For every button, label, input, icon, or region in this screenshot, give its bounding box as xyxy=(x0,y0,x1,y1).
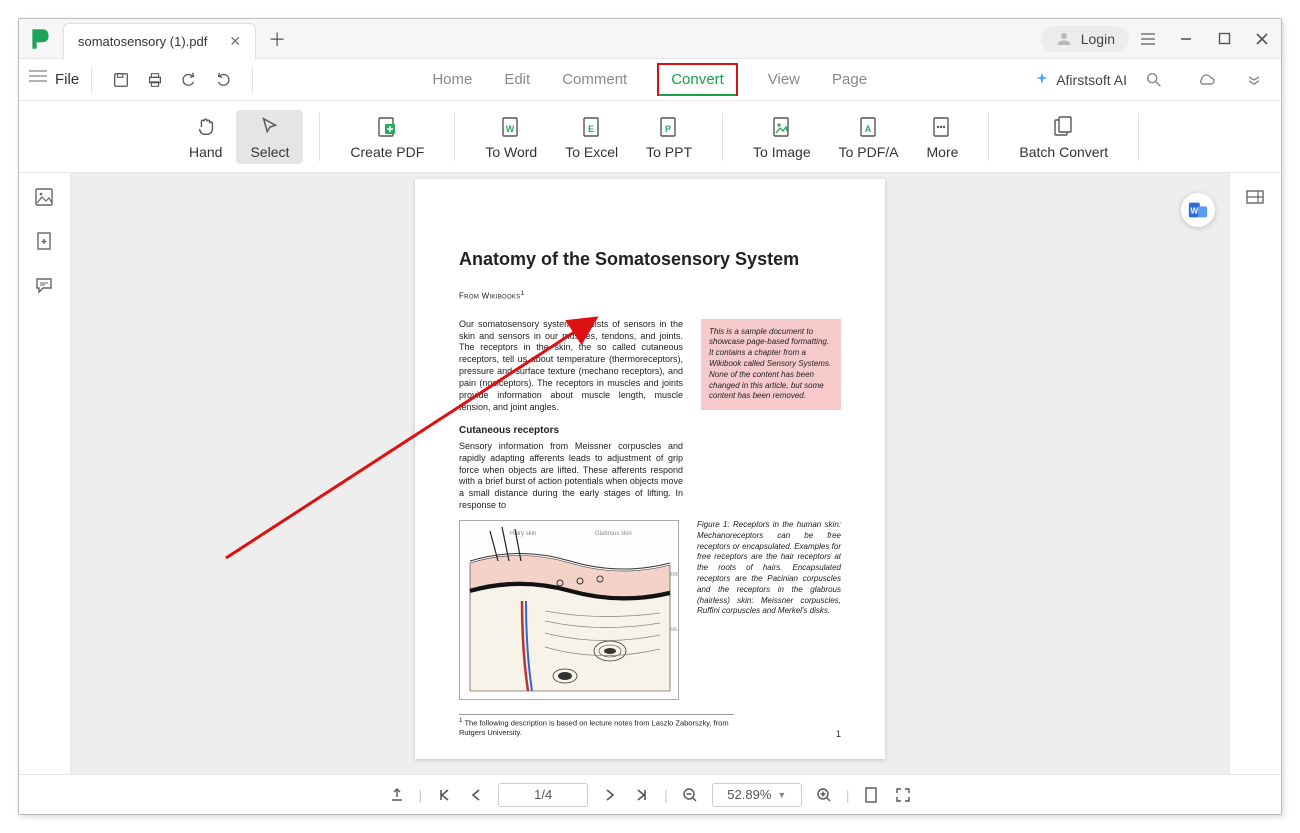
file-menu[interactable]: File xyxy=(55,71,79,88)
figure-caption: Figure 1: Receptors in the human skin: M… xyxy=(697,520,841,700)
word-float-badge[interactable]: W xyxy=(1181,193,1215,227)
to-pdfa-button[interactable]: A To PDF/A xyxy=(825,110,913,164)
doc-source: From Wikibooks xyxy=(459,292,521,301)
tab-page[interactable]: Page xyxy=(830,67,869,92)
main-tabs: Home Edit Comment Convert View Page xyxy=(265,63,1034,96)
tab-home[interactable]: Home xyxy=(430,67,474,92)
left-sidebar xyxy=(19,173,71,774)
zoom-out-icon[interactable] xyxy=(680,785,700,805)
svg-text:A: A xyxy=(864,124,871,134)
to-word-button[interactable]: W To Word xyxy=(471,110,551,164)
first-page-icon[interactable] xyxy=(387,785,407,805)
next-page-icon[interactable] xyxy=(600,785,620,805)
goto-last-icon[interactable] xyxy=(632,785,652,805)
bookmarks-icon[interactable] xyxy=(34,231,56,253)
close-button[interactable] xyxy=(1243,20,1281,58)
tab-view[interactable]: View xyxy=(766,67,802,92)
prev-page-icon[interactable] xyxy=(466,785,486,805)
tab-comment[interactable]: Comment xyxy=(560,67,629,92)
batch-icon xyxy=(1051,114,1077,140)
ai-button[interactable]: Afirstsoft AI xyxy=(1034,72,1127,88)
close-tab-icon[interactable]: ✕ xyxy=(229,33,241,50)
document-viewport[interactable]: Anatomy of the Somatosensory System From… xyxy=(71,173,1229,774)
ppt-icon: P xyxy=(656,114,682,140)
user-icon xyxy=(1055,30,1073,48)
svg-text:P: P xyxy=(665,124,671,134)
goto-first-icon[interactable] xyxy=(434,785,454,805)
hand-tool[interactable]: Hand xyxy=(175,110,236,164)
doc-h2: Cutaneous receptors xyxy=(459,424,683,437)
batch-convert-button[interactable]: Batch Convert xyxy=(1005,110,1122,164)
sparkle-icon xyxy=(1034,72,1050,88)
convert-toolbar: Hand Select Create PDF W To Word E To Ex… xyxy=(19,101,1281,173)
doc-heading: Anatomy of the Somatosensory System xyxy=(459,249,841,270)
thumbnails-icon[interactable] xyxy=(34,187,56,209)
to-image-button[interactable]: To Image xyxy=(739,110,825,164)
to-ppt-button[interactable]: P To PPT xyxy=(632,110,706,164)
fit-page-icon[interactable] xyxy=(861,785,881,805)
pdf-page: Anatomy of the Somatosensory System From… xyxy=(415,179,885,759)
word-icon: W xyxy=(498,114,524,140)
menu-bar: File Home Edit Comment Convert View Page… xyxy=(19,59,1281,101)
svg-text:E: E xyxy=(588,124,594,134)
title-bar: somatosensory (1).pdf ✕ ＋ Login xyxy=(19,19,1281,59)
create-pdf-icon xyxy=(374,114,400,140)
create-pdf-button[interactable]: Create PDF xyxy=(336,110,438,164)
to-excel-button[interactable]: E To Excel xyxy=(551,110,632,164)
login-button[interactable]: Login xyxy=(1041,26,1129,52)
cloud-icon[interactable] xyxy=(1195,69,1217,91)
doc-para1: Our somatosensory system consists of sen… xyxy=(459,319,683,414)
svg-text:W: W xyxy=(506,124,515,134)
undo-icon[interactable] xyxy=(178,69,200,91)
ai-label-text: Afirstsoft AI xyxy=(1056,72,1127,88)
cursor-icon xyxy=(257,114,283,140)
new-tab-button[interactable]: ＋ xyxy=(262,24,292,54)
doc-callout: This is a sample document to showcase pa… xyxy=(701,319,841,411)
more-icon xyxy=(929,114,955,140)
tab-edit[interactable]: Edit xyxy=(502,67,532,92)
save-icon[interactable] xyxy=(110,69,132,91)
print-icon[interactable] xyxy=(144,69,166,91)
dropdown-caret-icon: ▼ xyxy=(777,790,786,800)
fullscreen-icon[interactable] xyxy=(893,785,913,805)
more-button[interactable]: More xyxy=(913,110,973,164)
page-number: 1 xyxy=(836,729,841,739)
maximize-button[interactable] xyxy=(1205,20,1243,58)
select-tool[interactable]: Select xyxy=(236,110,303,164)
pdfa-icon: A xyxy=(856,114,882,140)
status-bar: | 1/4 | 52.89%▼ | xyxy=(19,774,1281,814)
panel-toggle-icon[interactable] xyxy=(1245,187,1267,209)
page-indicator[interactable]: 1/4 xyxy=(498,783,588,807)
image-icon xyxy=(769,114,795,140)
svg-text:W: W xyxy=(1190,207,1198,216)
login-label: Login xyxy=(1081,31,1115,47)
zoom-in-icon[interactable] xyxy=(814,785,834,805)
svg-text:Glabrous skin: Glabrous skin xyxy=(595,531,632,537)
collapse-ribbon-icon[interactable] xyxy=(1243,69,1265,91)
tab-convert[interactable]: Convert xyxy=(657,63,738,96)
settings-menu-icon[interactable] xyxy=(1129,20,1167,58)
zoom-level[interactable]: 52.89%▼ xyxy=(712,783,802,807)
figure-image: Hairy skin Glabrous skin Epidermis Dermi… xyxy=(459,520,679,700)
hand-icon xyxy=(193,114,219,140)
right-sidebar xyxy=(1229,173,1281,774)
document-tab[interactable]: somatosensory (1).pdf ✕ xyxy=(63,23,256,59)
search-icon[interactable] xyxy=(1143,69,1165,91)
doc-para2: Sensory information from Meissner corpus… xyxy=(459,441,683,512)
comments-icon[interactable] xyxy=(34,275,56,297)
app-logo xyxy=(19,26,63,52)
svg-text:Hairy skin: Hairy skin xyxy=(510,531,536,537)
tab-title: somatosensory (1).pdf xyxy=(78,34,207,49)
excel-icon: E xyxy=(579,114,605,140)
hamburger-icon[interactable] xyxy=(29,69,51,91)
redo-icon[interactable] xyxy=(212,69,234,91)
app-window: somatosensory (1).pdf ✕ ＋ Login File Hom… xyxy=(18,18,1282,815)
minimize-button[interactable] xyxy=(1167,20,1205,58)
workspace: Anatomy of the Somatosensory System From… xyxy=(19,173,1281,774)
doc-footnote: The following description is based on le… xyxy=(459,719,729,737)
